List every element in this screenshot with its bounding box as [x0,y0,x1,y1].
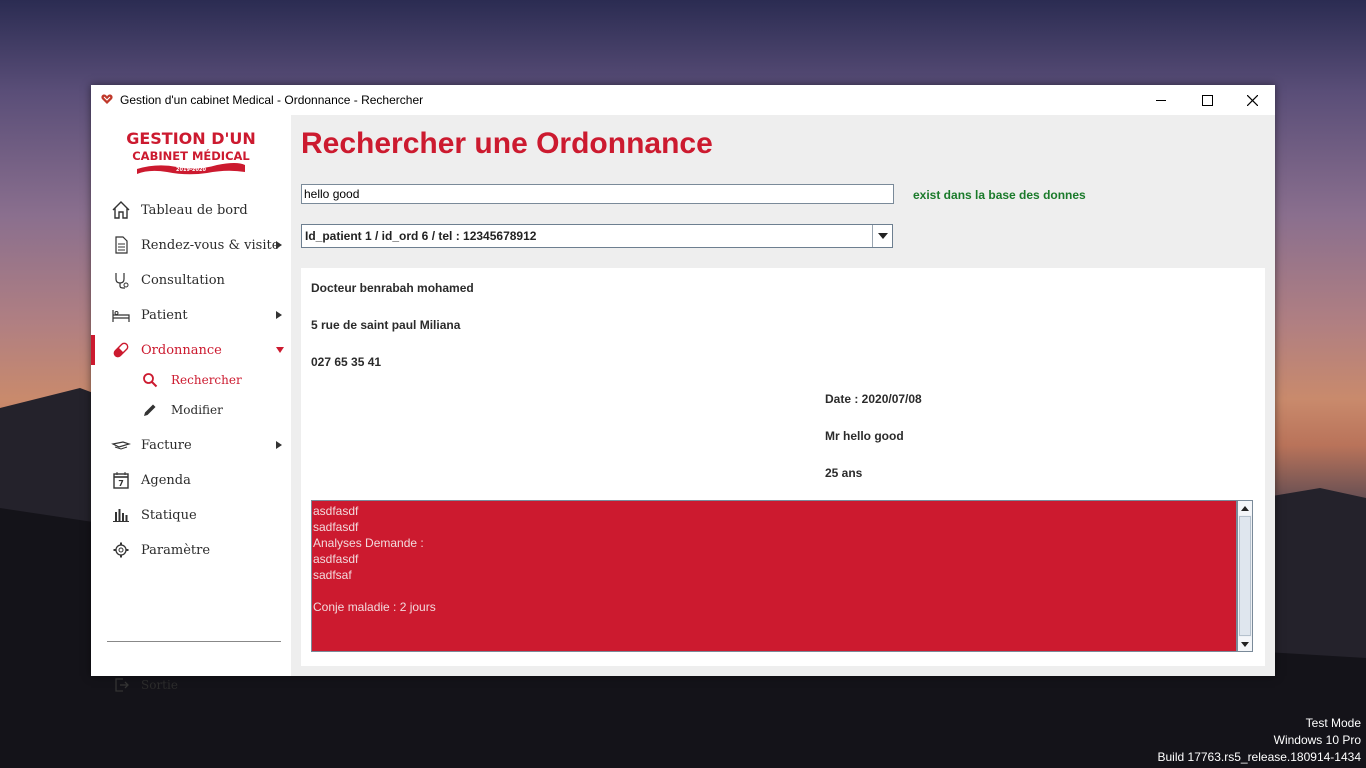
sidebar-item-label: Sortie [141,678,178,692]
page-title: Rechercher une Ordonnance [301,127,713,160]
search-input[interactable] [301,184,894,204]
sidebar-item-patient[interactable]: Patient [91,300,291,330]
vertical-scrollbar[interactable] [1237,500,1253,652]
scroll-up-button[interactable] [1238,501,1252,515]
status-message: exist dans la base des donnes [913,188,1086,202]
sidebar-item-label: Rendez-vous & visite [141,237,280,253]
ordonnance-select[interactable]: Id_patient 1 / id_ord 6 / tel : 12345678… [301,224,893,248]
doctor-address: 5 rue de saint paul Miliana [311,318,461,332]
exit-icon [113,676,131,694]
active-indicator [91,335,95,365]
sidebar-subitem-label: Rechercher [171,373,242,387]
chevron-down-icon [276,347,284,353]
sidebar-item-label: Paramètre [141,542,211,558]
watermark-line: Build 17763.rs5_release.180914-1434 [1157,750,1362,764]
scroll-down-button[interactable] [1238,637,1252,651]
calendar-day: 7 [118,479,124,488]
sidebar-item-label: Statique [141,507,197,523]
sidebar-item-agenda[interactable]: 7 Agenda [91,465,291,495]
main-panel: Rechercher une Ordonnance exist dans la … [291,115,1275,676]
prescription-line: sadfsaf [313,568,352,582]
sidebar-item-consultation[interactable]: Consultation [91,265,291,295]
ordonnance-document: Docteur benrabah mohamed 5 rue de saint … [301,268,1265,666]
app-window: Gestion d'un cabinet Medical - Ordonnanc… [91,85,1275,692]
document-icon [111,235,131,255]
doctor-phone: 027 65 35 41 [311,355,382,369]
close-icon [1246,94,1258,106]
prescription-line: Analyses Demande : [313,536,424,550]
maximize-button[interactable] [1184,85,1230,115]
minimize-button[interactable] [1138,85,1184,115]
chevron-right-icon [276,241,282,249]
sidebar-divider [107,641,281,642]
sidebar-item-label: Agenda [141,472,191,488]
heart-app-icon [101,94,113,104]
dropdown-button[interactable] [872,225,892,247]
calendar-icon: 7 [111,470,131,490]
sidebar-item-rendez-vous[interactable]: Rendez-vous & visite [91,230,291,260]
close-button[interactable] [1229,85,1275,115]
prescription-line: Conje maladie : 2 jours [313,600,436,614]
sidebar-item-sortie[interactable]: Sortie [91,671,291,699]
logo-line-3: 2019-2020 [176,167,206,173]
patient-name: Mr hello good [825,429,904,443]
sidebar-item-label: Facture [141,437,192,453]
sidebar-item-ordonnance[interactable]: Ordonnance [91,335,291,365]
sidebar-item-parametre[interactable]: Paramètre [91,535,291,565]
arrow-up-icon [1241,505,1249,511]
ordonnance-date: Date : 2020/07/08 [825,392,922,406]
stethoscope-icon [111,270,131,290]
prescription-line: asdfasdf [313,504,359,518]
sidebar: GESTION D'UN CABINET MÉDICAL 2019-2020 T… [91,115,291,692]
chevron-right-icon [276,441,282,449]
logo-line-1: GESTION D'UN [127,129,255,148]
maximize-icon [1201,94,1213,106]
prescription-line: asdfasdf [313,552,359,566]
sidebar-subitem-label: Modifier [171,403,223,417]
minimize-icon [1155,99,1166,101]
sidebar-subitem-rechercher[interactable]: Rechercher [91,366,291,394]
pill-icon [111,340,131,360]
ordonnance-select-value: Id_patient 1 / id_ord 6 / tel : 12345678… [305,229,537,243]
title-bar: Gestion d'un cabinet Medical - Ordonnanc… [91,85,1275,115]
app-logo: GESTION D'UN CABINET MÉDICAL 2019-2020 [127,129,255,175]
sidebar-item-label: Consultation [141,272,225,288]
search-icon [141,371,159,389]
scrollbar-thumb[interactable] [1239,516,1251,636]
watermark-line: Windows 10 Pro [1273,733,1361,747]
sidebar-item-label: Tableau de bord [141,202,248,218]
logo-line-2: CABINET MÉDICAL [132,148,250,163]
sidebar-item-statique[interactable]: Statique [91,500,291,530]
money-icon [111,435,131,455]
home-icon [111,200,131,220]
pencil-icon [141,401,159,419]
chevron-down-icon [877,233,888,239]
sidebar-item-facture[interactable]: Facture [91,430,291,460]
watermark-line: Test Mode [1305,716,1361,730]
chevron-right-icon [276,311,282,319]
patient-age: 25 ans [825,466,863,480]
gear-icon [111,540,131,560]
os-watermark: Test Mode Windows 10 Pro Build 17763.rs5… [1158,715,1362,766]
sidebar-item-label: Patient [141,307,188,323]
prescription-line: sadfasdf [313,520,359,534]
prescription-textarea[interactable]: asdfasdf sadfasdf Analyses Demande : asd… [311,500,1237,652]
sidebar-item-tableau-de-bord[interactable]: Tableau de bord [91,195,291,225]
prescription-line [313,583,1236,599]
doctor-name: Docteur benrabah mohamed [311,281,474,295]
sidebar-item-label: Ordonnance [141,342,222,358]
bar-chart-icon [111,505,131,525]
bed-icon [111,305,131,325]
arrow-down-icon [1241,641,1249,647]
sidebar-subitem-modifier[interactable]: Modifier [91,396,291,424]
window-title: Gestion d'un cabinet Medical - Ordonnanc… [120,93,424,107]
